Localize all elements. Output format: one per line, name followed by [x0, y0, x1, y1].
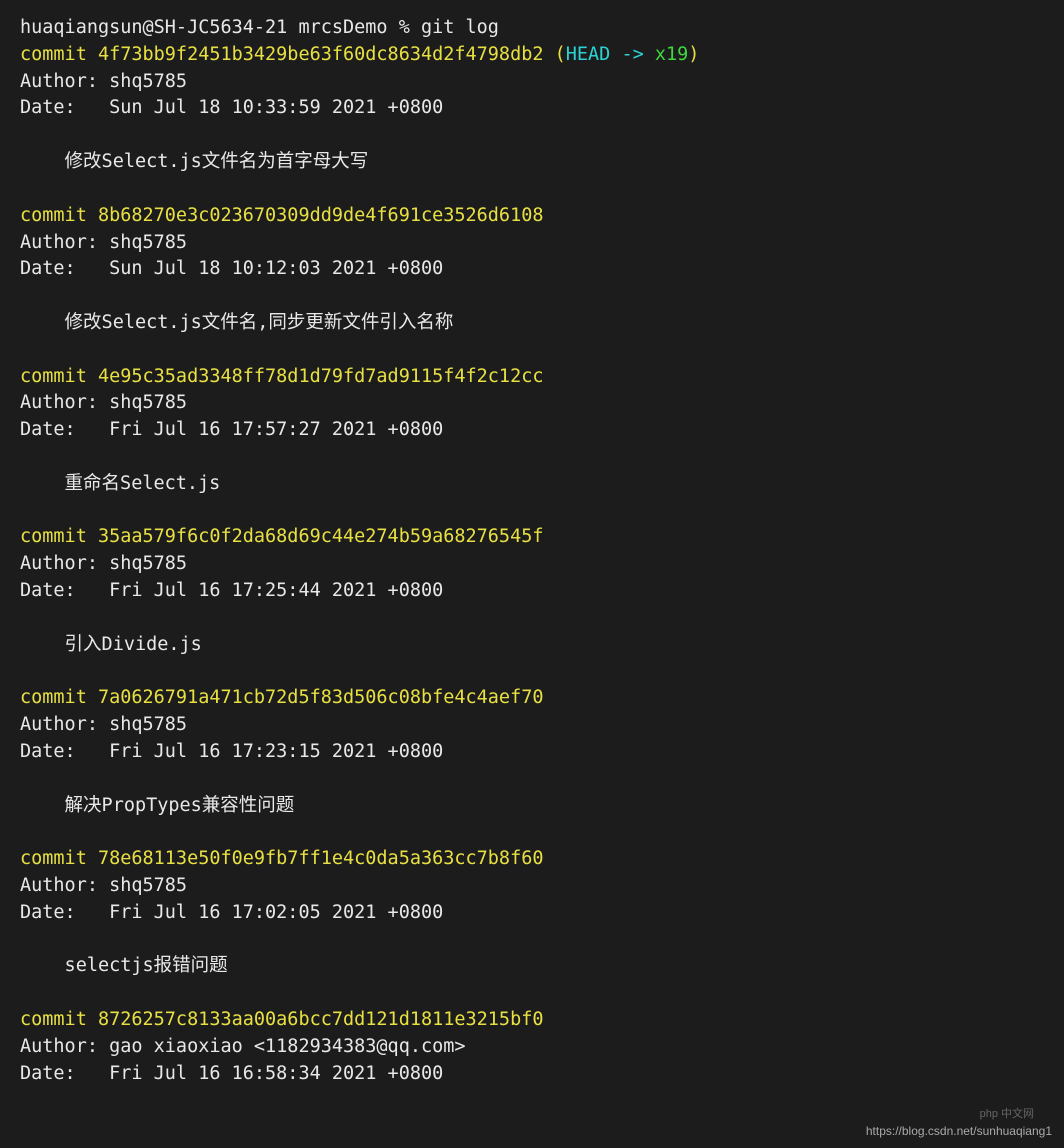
commit-author: Author: shq5785 [20, 875, 198, 896]
commit-date: Date: Sun Jul 18 10:33:59 2021 +0800 [20, 97, 443, 118]
commit-date: Date: Fri Jul 16 17:23:15 2021 +0800 [20, 741, 443, 762]
commit-hash: commit 4e95c35ad3348ff78d1d79fd7ad9115f4… [20, 366, 543, 387]
commit-hash: commit 4f73bb9f2451b3429be63f60dc8634d2f… [20, 44, 543, 65]
commit-message: 修改Select.js文件名,同步更新文件引入名称 [20, 312, 453, 333]
commit-date: Date: Sun Jul 18 10:12:03 2021 +0800 [20, 258, 443, 279]
commit-hash: commit 78e68113e50f0e9fb7ff1e4c0da5a363c… [20, 848, 543, 869]
commit-date: Date: Fri Jul 16 17:57:27 2021 +0800 [20, 419, 443, 440]
commit-hash: commit 8b68270e3c023670309dd9de4f691ce35… [20, 205, 543, 226]
commit-date: Date: Fri Jul 16 17:25:44 2021 +0800 [20, 580, 443, 601]
commit-author: Author: shq5785 [20, 232, 198, 253]
head-ref: HEAD -> [566, 44, 655, 65]
commit-author: Author: shq5785 [20, 392, 198, 413]
shell-prompt: huaqiangsun@SH-JC5634-21 mrcsDemo % git … [20, 17, 499, 38]
commit-message: selectjs报错问题 [20, 955, 228, 976]
commit-date: Date: Fri Jul 16 17:02:05 2021 +0800 [20, 902, 443, 923]
branch-name: x19 [655, 44, 688, 65]
commit-message: 重命名Select.js [20, 473, 220, 494]
commit-message: 引入Divide.js [20, 634, 202, 655]
terminal-output: huaqiangsun@SH-JC5634-21 mrcsDemo % git … [20, 15, 1044, 1088]
ref-paren-close: ) [688, 44, 699, 65]
commit-date: Date: Fri Jul 16 16:58:34 2021 +0800 [20, 1063, 443, 1084]
commit-author: Author: gao xiaoxiao <1182934383@qq.com> [20, 1036, 466, 1057]
commit-author: Author: shq5785 [20, 714, 198, 735]
commit-hash: commit 8726257c8133aa00a6bcc7dd121d1811e… [20, 1009, 543, 1030]
commit-author: Author: shq5785 [20, 71, 198, 92]
commit-hash: commit 35aa579f6c0f2da68d69c44e274b59a68… [20, 526, 543, 547]
commit-author: Author: shq5785 [20, 553, 198, 574]
commit-message: 解决PropTypes兼容性问题 [20, 795, 294, 816]
commit-message: 修改Select.js文件名为首字母大写 [20, 151, 368, 172]
ref-paren-open: ( [555, 44, 566, 65]
commit-hash: commit 7a0626791a471cb72d5f83d506c08bfe4… [20, 687, 543, 708]
watermark-url: https://blog.csdn.net/sunhuaqiang1 [866, 1123, 1052, 1140]
watermark-logo: php 中文网 [980, 1107, 1034, 1123]
